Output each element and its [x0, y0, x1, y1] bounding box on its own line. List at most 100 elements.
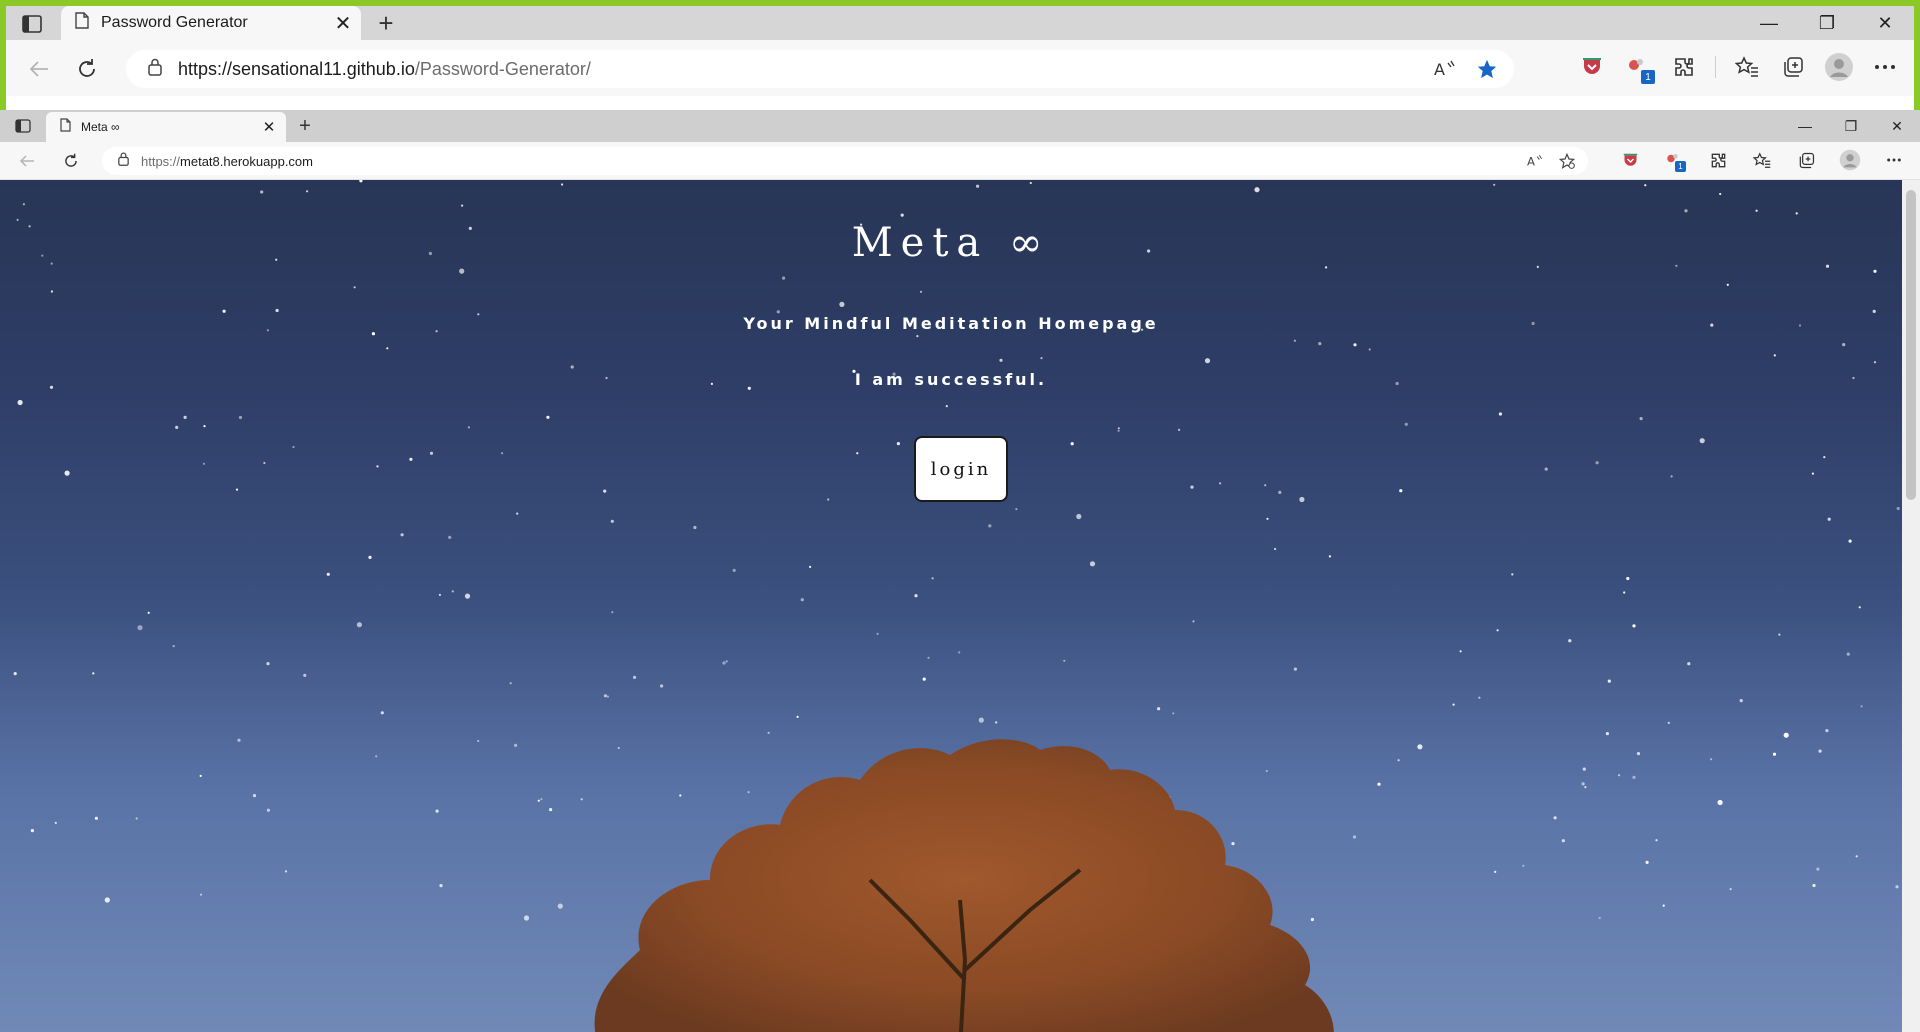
add-favorite-icon[interactable]	[1556, 150, 1578, 172]
star	[459, 268, 465, 274]
read-aloud-icon[interactable]: A	[1430, 54, 1460, 84]
star	[222, 309, 226, 313]
star	[359, 180, 363, 183]
star	[1632, 775, 1636, 780]
window-controls: — ❐ ✕	[1740, 6, 1914, 40]
star	[64, 470, 70, 476]
collections-icon[interactable]	[1778, 52, 1808, 82]
address-bar[interactable]: https://sensational11.github.io/Password…	[126, 50, 1514, 88]
restore-button[interactable]: ❐	[1798, 6, 1856, 40]
star	[603, 489, 607, 493]
minimize-button[interactable]: —	[1782, 110, 1828, 142]
tab-close-icon[interactable]: ✕	[329, 9, 357, 37]
star	[356, 622, 362, 628]
extension-badge-count: 1	[1641, 70, 1655, 84]
star	[876, 632, 879, 635]
scrollbar-thumb[interactable]	[1906, 190, 1916, 500]
star	[796, 715, 799, 719]
tab-actions-icon[interactable]	[14, 117, 32, 135]
pocket-extension-icon[interactable]	[1618, 148, 1642, 172]
star	[839, 301, 845, 307]
star	[776, 310, 780, 314]
badge-extension-icon[interactable]: 1	[1662, 148, 1686, 172]
star	[1459, 650, 1462, 653]
back-button[interactable]	[14, 148, 40, 174]
star	[922, 677, 926, 681]
star	[1632, 624, 1636, 628]
star	[1860, 705, 1863, 708]
star	[1687, 662, 1691, 666]
vertical-scrollbar[interactable]	[1902, 180, 1920, 1032]
star	[1710, 758, 1713, 761]
star	[1584, 786, 1587, 789]
star	[1157, 707, 1161, 711]
star	[1219, 482, 1222, 485]
star	[1496, 629, 1499, 632]
star	[1544, 467, 1548, 471]
star	[94, 816, 98, 820]
star	[353, 286, 356, 289]
restore-button[interactable]: ❐	[1828, 110, 1874, 142]
star	[54, 821, 57, 825]
tab-meta[interactable]: Meta ∞ ✕	[46, 112, 286, 142]
read-aloud-icon[interactable]: A	[1524, 150, 1546, 172]
star	[1778, 633, 1781, 636]
lock-icon[interactable]	[148, 58, 162, 81]
favorites-icon[interactable]	[1732, 52, 1762, 82]
tab-password-generator[interactable]: Password Generator ✕	[61, 6, 361, 40]
address-bar[interactable]: https://metat8.herokuapp.com A	[102, 147, 1588, 175]
url-text: https://sensational11.github.io/Password…	[178, 59, 591, 80]
extensions-icon[interactable]	[1706, 148, 1730, 172]
inner-toolbar: https://metat8.herokuapp.com A 1	[0, 142, 1920, 180]
star	[1639, 417, 1643, 421]
star	[1739, 699, 1743, 703]
star	[1029, 181, 1032, 185]
star	[1368, 348, 1371, 351]
star	[1568, 639, 1572, 643]
star	[1848, 539, 1852, 543]
pocket-extension-icon[interactable]	[1577, 52, 1607, 82]
more-menu-icon[interactable]	[1882, 148, 1906, 172]
extensions-icon[interactable]	[1669, 52, 1699, 82]
close-window-button[interactable]: ✕	[1856, 6, 1914, 40]
favorites-icon[interactable]	[1750, 148, 1774, 172]
new-tab-button[interactable]: +	[292, 113, 318, 139]
refresh-button[interactable]	[58, 148, 84, 174]
star	[945, 405, 948, 408]
star	[1478, 696, 1481, 699]
tagline: Your Mindful Meditation Homepage	[743, 314, 1159, 333]
star	[809, 565, 812, 568]
profile-avatar-icon[interactable]	[1824, 52, 1854, 82]
star	[1842, 343, 1846, 347]
url-scheme: https://	[141, 153, 181, 169]
favorite-star-icon[interactable]	[1472, 54, 1502, 84]
star	[722, 661, 726, 665]
star	[266, 808, 270, 812]
refresh-button[interactable]	[70, 52, 104, 86]
star	[1325, 266, 1328, 269]
more-menu-icon[interactable]	[1870, 52, 1900, 82]
new-tab-button[interactable]: +	[370, 8, 402, 38]
star	[438, 593, 441, 596]
star	[958, 651, 961, 654]
star	[435, 809, 439, 813]
badge-extension-icon[interactable]: 1	[1623, 52, 1655, 84]
lock-icon[interactable]	[118, 152, 129, 171]
meta-homepage: Meta ∞ Your Mindful Meditation Homepage …	[0, 180, 1902, 1032]
star	[1595, 461, 1599, 465]
star	[1783, 732, 1789, 738]
star	[137, 625, 143, 631]
collections-icon[interactable]	[1794, 148, 1818, 172]
tab-title: Meta ∞	[81, 120, 120, 134]
close-window-button[interactable]: ✕	[1874, 110, 1920, 142]
tab-actions-icon[interactable]	[20, 12, 44, 36]
minimize-button[interactable]: —	[1740, 6, 1798, 40]
page-icon	[60, 117, 71, 137]
profile-avatar-icon[interactable]	[1838, 148, 1862, 172]
back-button[interactable]	[22, 52, 56, 86]
star	[523, 915, 530, 921]
star	[1353, 343, 1357, 347]
login-button[interactable]: login	[914, 436, 1008, 502]
star	[1328, 555, 1331, 558]
tab-close-icon[interactable]: ✕	[258, 116, 280, 138]
